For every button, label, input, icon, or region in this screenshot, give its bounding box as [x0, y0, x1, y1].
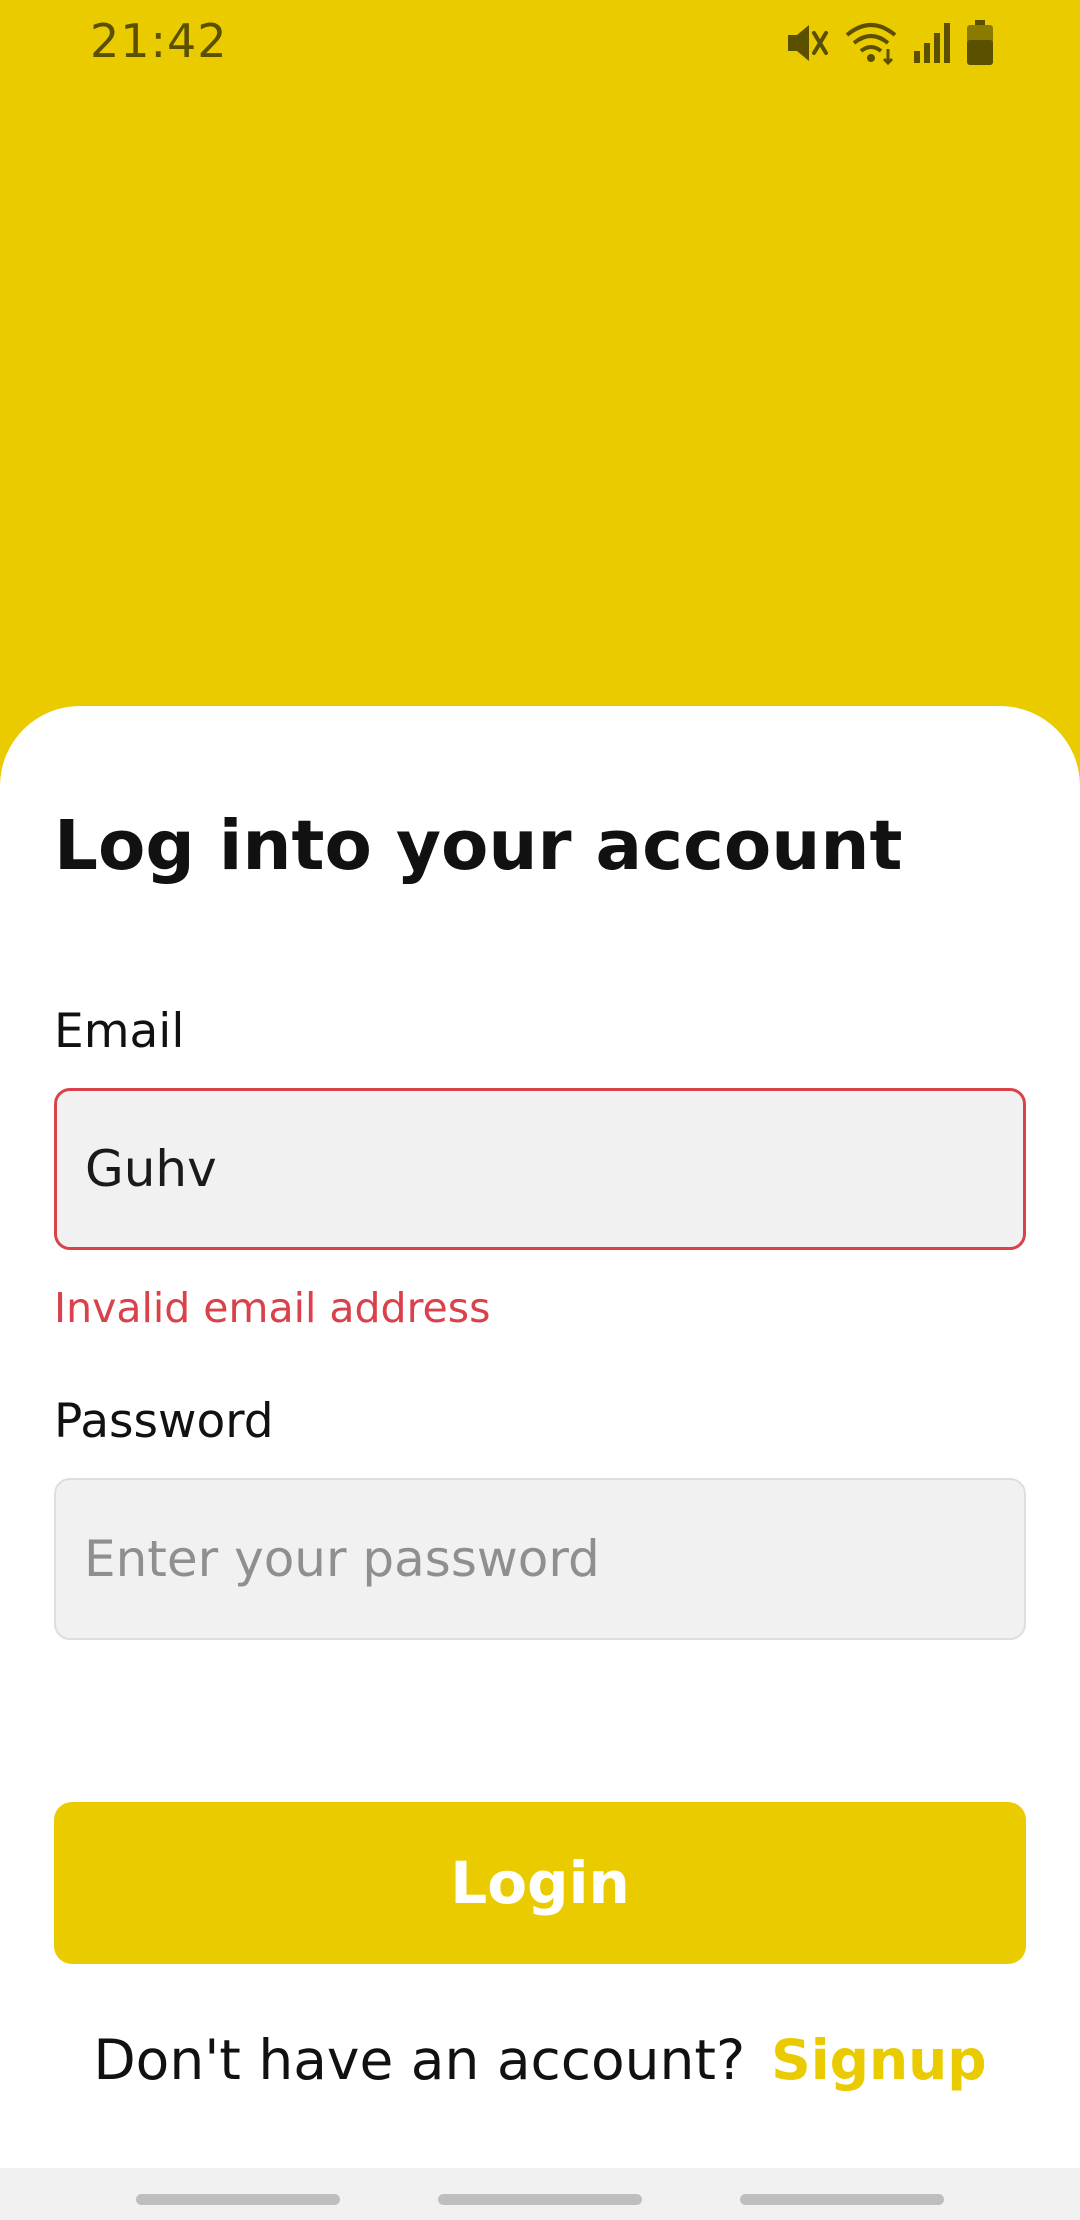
status-time: 21:42 [90, 14, 228, 68]
email-error-message: Invalid email address [54, 1284, 491, 1332]
status-bar: 21:42 [0, 0, 1080, 84]
navigation-bar [0, 2168, 1080, 2220]
login-sheet: Log into your account Email Guhv Invalid… [0, 706, 1080, 2168]
password-label: Password [54, 1394, 274, 1449]
login-button[interactable]: Login [54, 1802, 1026, 1964]
signup-row: Don't have an account? Signup [0, 2028, 1080, 2092]
nav-home-button[interactable] [438, 2194, 642, 2205]
wifi-icon [844, 21, 898, 65]
status-icons [784, 18, 994, 68]
signup-link[interactable]: Signup [771, 2028, 987, 2092]
email-label: Email [54, 1004, 185, 1059]
password-field[interactable]: Enter your password [54, 1478, 1026, 1640]
email-field[interactable]: Guhv [54, 1088, 1026, 1250]
nav-back-button[interactable] [740, 2194, 944, 2205]
page-title: Log into your account [54, 806, 903, 886]
email-value: Guhv [85, 1140, 217, 1198]
signal-icon [912, 21, 952, 65]
signup-prompt: Don't have an account? [93, 2028, 746, 2092]
login-screen: 21:42 Log into your account Email Guhv I… [0, 0, 1080, 2220]
password-placeholder: Enter your password [84, 1530, 600, 1588]
nav-recents-button[interactable] [136, 2194, 340, 2205]
mute-icon [784, 21, 830, 65]
battery-icon [966, 20, 994, 66]
